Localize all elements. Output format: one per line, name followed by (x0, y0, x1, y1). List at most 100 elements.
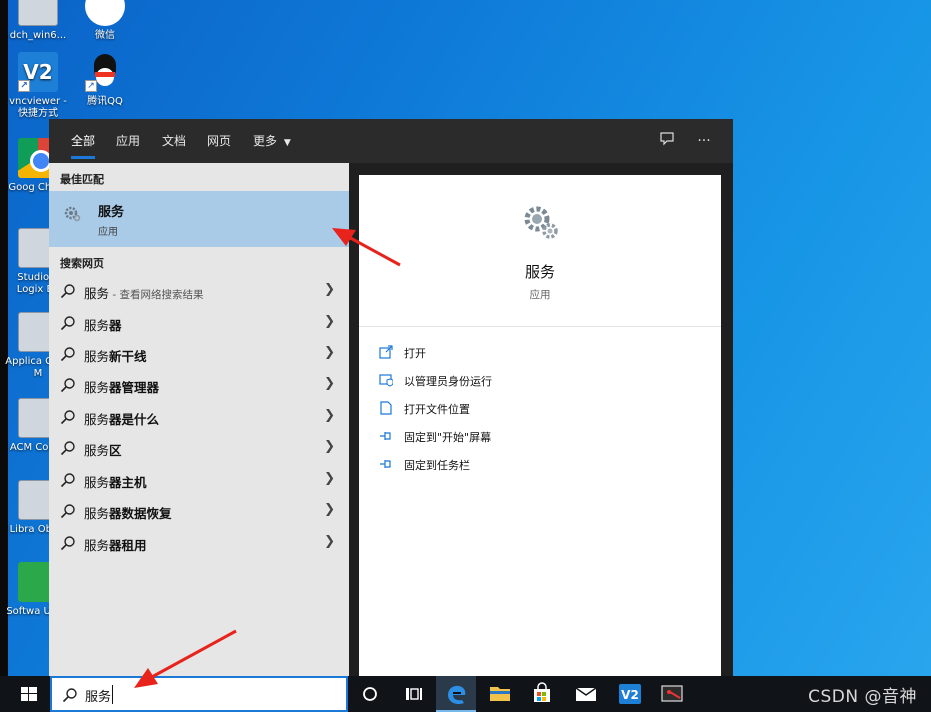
web-result-query: 服务 (84, 349, 110, 364)
search-icon (60, 504, 75, 519)
chevron-right-icon: ❯ (324, 502, 335, 517)
chevron-right-icon: ❯ (324, 345, 335, 360)
web-result-suffix: 器 (109, 318, 122, 333)
cortana-icon (363, 687, 377, 701)
action-label: 固定到"开始"屏幕 (404, 431, 492, 444)
services-gear-icon (64, 206, 81, 222)
wechat-icon (85, 0, 125, 26)
web-result-query: 服务 (84, 318, 110, 333)
web-result-query: 服务 (84, 538, 110, 553)
tab-all[interactable]: 全部 (71, 119, 96, 163)
edge-icon (448, 685, 466, 705)
search-icon (60, 316, 75, 331)
run-as-admin-icon (379, 374, 393, 387)
pin-icon (380, 432, 391, 440)
web-result-query: 服务 (84, 475, 110, 490)
chevron-right-icon: ❯ (324, 471, 335, 486)
shortcut-arrow-icon: ↗ (18, 80, 30, 92)
chevron-right-icon: ❯ (324, 439, 335, 454)
web-result-item[interactable]: 服务器主机 ❯ (49, 464, 349, 495)
search-icon (60, 284, 75, 299)
desktop-icon-vncviewer[interactable]: V2 ↗ vncviewer - 快捷方式 (5, 52, 71, 120)
taskbar-app-store[interactable] (522, 676, 562, 712)
web-result-query: 服务 (84, 380, 110, 395)
web-result-suffix: 区 (109, 443, 122, 458)
more-options-icon[interactable]: ··· (694, 131, 714, 151)
web-result-suffix: 器数据恢复 (109, 506, 172, 521)
feedback-icon[interactable] (657, 131, 677, 151)
vnc-icon: V2 ↗ (18, 52, 58, 92)
best-match-subtitle: 应用 (98, 227, 118, 238)
web-result-item[interactable]: 服务新干线 ❯ (49, 338, 349, 369)
web-result-query: 服务 (84, 506, 110, 521)
taskbar-search-input[interactable]: 服务 (50, 676, 348, 712)
chevron-right-icon: ❯ (324, 314, 335, 329)
action-label: 以管理员身份运行 (404, 375, 492, 388)
windows-logo-icon (21, 687, 37, 701)
web-result-item[interactable]: 服务区 ❯ (49, 432, 349, 463)
tab-web[interactable]: 网页 (207, 119, 231, 163)
best-match-title: 服务 (98, 205, 125, 220)
web-result-item[interactable]: 服务器 ❯ (49, 307, 349, 338)
task-view-button[interactable] (392, 676, 432, 712)
open-icon (379, 345, 393, 359)
taskbar-app-mail[interactable] (566, 676, 606, 712)
watermark-text: CSDN @音神 (808, 687, 917, 707)
action-label: 打开 (404, 347, 426, 360)
web-result-item[interactable]: 服务 - 查看网络搜索结果 ❯ (49, 275, 349, 306)
search-flyout: 全部 应用 文档 网页 更多 ▼ ··· 最佳匹配 服务 应用 搜索网页 服务 … (49, 119, 733, 676)
web-search-heading: 搜索网页 (60, 257, 104, 270)
chevron-right-icon: ❯ (324, 282, 335, 297)
web-result-query: 服务 (84, 412, 110, 427)
shortcut-arrow-icon: ↗ (85, 80, 97, 92)
results-pane: 最佳匹配 服务 应用 搜索网页 服务 - 查看网络搜索结果 ❯ 服务器 ❯ 服务… (49, 163, 349, 676)
web-result-query: 服务 (84, 286, 110, 301)
file-location-icon (380, 401, 392, 415)
web-result-suffix: 新干线 (109, 349, 147, 364)
preview-title: 服务 (524, 263, 555, 281)
taskbar-app-file-explorer[interactable] (480, 676, 520, 712)
preview-subtitle: 应用 (529, 289, 551, 301)
services-gear-icon (524, 206, 558, 239)
chevron-down-icon: ▼ (283, 138, 291, 148)
text-caret (112, 685, 113, 704)
web-result-item[interactable]: 服务器是什么 ❯ (49, 401, 349, 432)
search-tabs-bar: 全部 应用 文档 网页 更多 ▼ ··· (49, 119, 733, 163)
tab-documents[interactable]: 文档 (162, 119, 186, 163)
taskbar-app-vnc[interactable]: V2 (610, 676, 650, 712)
desktop-icon-dch[interactable]: dch_win6... (5, 0, 71, 42)
action-label: 固定到任务栏 (404, 459, 470, 472)
start-button[interactable] (8, 676, 50, 712)
task-view-icon (406, 688, 422, 700)
file-explorer-icon (490, 687, 510, 701)
pin-icon (380, 460, 391, 468)
vnc-icon: V2 (619, 684, 641, 704)
cortana-button[interactable] (350, 676, 390, 712)
search-icon (62, 688, 77, 703)
search-icon (60, 410, 75, 425)
desktop-icon-wechat[interactable]: 微信 (72, 0, 138, 42)
snipping-icon (661, 685, 683, 702)
web-result-suffix: 器是什么 (109, 412, 160, 427)
best-match-services[interactable]: 服务 应用 (49, 191, 349, 247)
taskbar-app-snipping[interactable] (652, 676, 692, 712)
preview-pane: 服务 应用 打开 以管理员身份运行 打开文件位置 固定到"开始"屏幕 固定到任务… (359, 175, 721, 676)
web-result-item[interactable]: 服务器租用 ❯ (49, 527, 349, 558)
tab-more[interactable]: 更多 ▼ (253, 119, 291, 163)
taskbar-app-edge[interactable] (436, 676, 476, 712)
search-icon (60, 536, 75, 551)
taskbar: 服务 V2 CSDN @音神 (0, 676, 931, 712)
tab-apps[interactable]: 应用 (116, 119, 140, 163)
web-result-item[interactable]: 服务器管理器 ❯ (49, 369, 349, 400)
action-label: 打开文件位置 (404, 403, 470, 416)
tab-more-label: 更多 (253, 134, 278, 148)
web-result-item[interactable]: 服务器数据恢复 ❯ (49, 495, 349, 526)
chevron-right-icon: ❯ (324, 376, 335, 391)
qq-icon: ↗ (85, 52, 125, 92)
search-input-value: 服务 (85, 690, 112, 705)
mail-icon (575, 687, 597, 701)
best-match-heading: 最佳匹配 (60, 173, 104, 186)
desktop-icon-qq[interactable]: ↗ 腾讯QQ (72, 52, 138, 108)
search-icon (60, 441, 75, 456)
web-result-query: 服务 (84, 443, 110, 458)
